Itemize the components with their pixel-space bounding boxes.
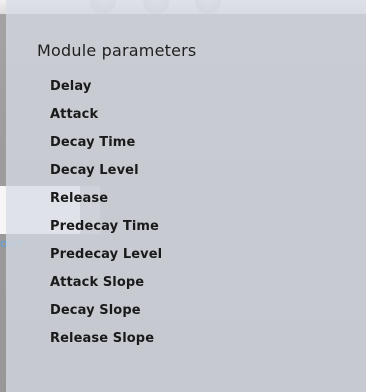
menu-item-release[interactable]: Release — [50, 189, 108, 209]
menu-item-release-slope[interactable]: Release Slope — [50, 329, 154, 349]
menu-item-predecay-time[interactable]: Predecay Time — [50, 217, 159, 237]
menu-item-decay-level[interactable]: Decay Level — [50, 161, 139, 181]
menu-title: Module parameters — [37, 41, 197, 60]
menu-item-attack-slope[interactable]: Attack Slope — [50, 273, 144, 293]
menu-item-predecay-level[interactable]: Predecay Level — [50, 245, 162, 265]
menu-item-decay-time[interactable]: Decay Time — [50, 133, 135, 153]
module-parameters-menu: Module parameters Delay Attack Decay Tim… — [6, 0, 366, 392]
menu-item-attack[interactable]: Attack — [50, 105, 98, 125]
menu-item-delay[interactable]: Delay — [50, 77, 91, 97]
menu-item-decay-slope[interactable]: Decay Slope — [50, 301, 141, 321]
